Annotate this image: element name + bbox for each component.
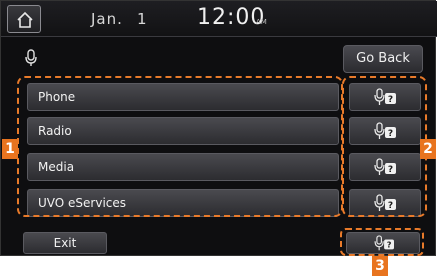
annotation-frame-help-main xyxy=(340,228,424,256)
status-bar: Jan. 1 12:00 AM xyxy=(1,1,437,37)
microphone-icon xyxy=(25,49,37,66)
clock-ampm: AM xyxy=(256,18,267,26)
screen: Jan. 1 12:00 AM Go Back Phone Radio Medi… xyxy=(0,0,445,280)
callout-3: 3 xyxy=(372,256,388,276)
date-month: Jan. xyxy=(91,10,123,28)
go-back-button[interactable]: Go Back xyxy=(343,45,423,73)
callout-2: 2 xyxy=(420,139,436,159)
home-icon xyxy=(17,11,33,28)
annotation-frame-help-column xyxy=(342,76,427,217)
date-day: 1 xyxy=(137,10,147,28)
annotation-frame-list xyxy=(17,76,343,217)
exit-button[interactable]: Exit xyxy=(23,232,107,254)
callout-1: 1 xyxy=(2,139,18,159)
home-button[interactable] xyxy=(7,5,41,33)
